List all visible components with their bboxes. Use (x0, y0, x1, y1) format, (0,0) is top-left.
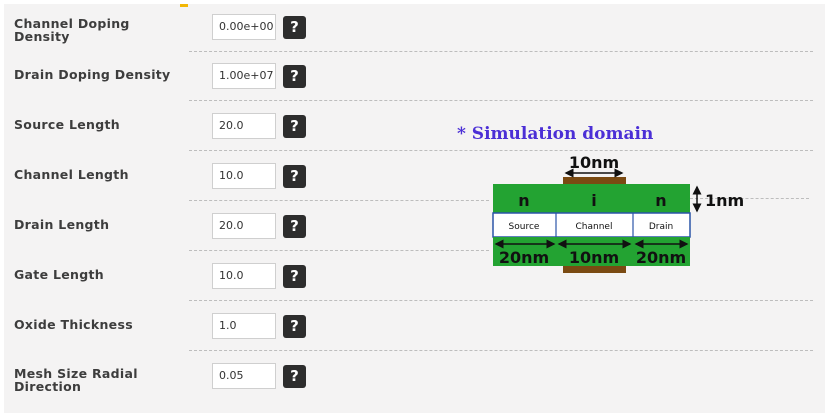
help-button[interactable]: ? (283, 265, 306, 288)
gate-length-input[interactable]: 10.0 (212, 263, 276, 289)
help-button[interactable]: ? (283, 115, 306, 138)
field-row-drain-length: Drain Length 20.0 ? (4, 204, 825, 254)
help-button[interactable]: ? (283, 65, 306, 88)
oxide-thickness-input[interactable]: 1.0 (212, 313, 276, 339)
help-button[interactable]: ? (283, 165, 306, 188)
field-row-gate-length: Gate Length 10.0 ? (4, 254, 825, 304)
field-row-drain-doping-density: Drain Doping Density 1.00e+07 ? (4, 54, 825, 104)
mesh-size-radial-input[interactable]: 0.05 (212, 363, 276, 389)
row-divider (690, 198, 809, 199)
help-button[interactable]: ? (283, 215, 306, 238)
field-label: Source Length (14, 117, 120, 132)
drain-length-input[interactable]: 20.0 (212, 213, 276, 239)
row-divider (189, 350, 813, 351)
field-row-source-length: Source Length 20.0 ? (4, 104, 825, 154)
field-label: Drain Length (14, 217, 110, 232)
drain-doping-density-input[interactable]: 1.00e+07 (212, 63, 276, 89)
row-divider (189, 100, 813, 101)
source-length-input[interactable]: 20.0 (212, 113, 276, 139)
row-divider (189, 250, 489, 251)
field-label: Channel Doping Density (14, 16, 130, 44)
field-row-mesh-size-radial: Mesh Size Radial Direction 0.05 ? (4, 354, 825, 404)
channel-length-input[interactable]: 10.0 (212, 163, 276, 189)
diagram-title: * Simulation domain (457, 124, 654, 144)
help-button[interactable]: ? (283, 315, 306, 338)
row-divider (189, 150, 813, 151)
help-button[interactable]: ? (283, 16, 306, 39)
row-divider (189, 51, 813, 52)
field-row-channel-doping-density: Channel Doping Density 0.00e+00 ? (4, 4, 825, 54)
field-row-oxide-thickness: Oxide Thickness 1.0 ? (4, 304, 825, 354)
field-label: Drain Doping Density (14, 67, 171, 82)
field-label: Oxide Thickness (14, 317, 133, 332)
parameters-panel: Channel Doping Density 0.00e+00 ? Drain … (4, 4, 825, 413)
field-label: Channel Length (14, 167, 129, 182)
field-row-channel-length: Channel Length 10.0 ? (4, 154, 825, 204)
channel-doping-density-input[interactable]: 0.00e+00 (212, 14, 276, 40)
row-divider (189, 300, 813, 301)
help-button[interactable]: ? (283, 365, 306, 388)
row-divider (189, 200, 489, 201)
field-label: Mesh Size Radial Direction (14, 366, 138, 394)
field-label: Gate Length (14, 267, 104, 282)
